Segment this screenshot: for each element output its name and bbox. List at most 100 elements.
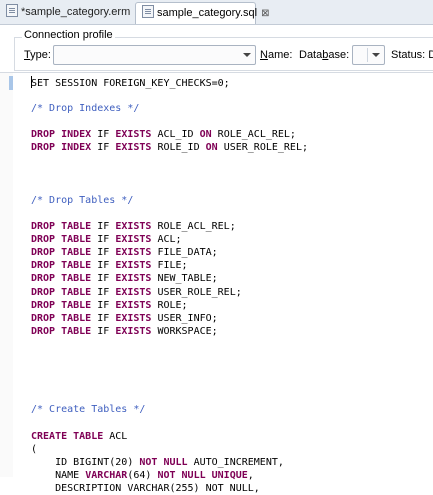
sql-text: IF (91, 142, 116, 154)
database-select[interactable] (352, 45, 385, 65)
code-line: DROP TABLE IF EXISTS ROLE; (31, 299, 308, 312)
sql-text: IF (91, 129, 116, 141)
sql-text: ACL; (151, 234, 182, 246)
sql-text: FILE; (151, 260, 188, 272)
sql-keyword: DROP INDEX (31, 129, 92, 141)
sql-keyword: DROP TABLE (31, 273, 92, 285)
tab-sample-category-sql[interactable]: sample_category.sql ⊠ (135, 2, 269, 24)
sql-keyword: EXISTS (115, 312, 152, 324)
code-line: SET SESSION FOREIGN_KEY_CHECKS=0; (31, 76, 308, 89)
sql-keyword: CREATE TABLE (31, 430, 104, 442)
sql-keyword: EXISTS (115, 286, 152, 298)
chevron-down-icon (372, 53, 380, 57)
status-label: Status: D (391, 49, 433, 61)
sql-keyword: EXISTS (115, 142, 152, 154)
combo-separator (367, 48, 368, 62)
code-line: CREATE TABLE ACL (31, 430, 308, 443)
sql-comment: /* Drop Tables */ (31, 194, 134, 206)
code-line: DROP TABLE IF EXISTS NEW_TABLE; (31, 272, 308, 285)
code-line: DROP TABLE IF EXISTS WORKSPACE; (31, 325, 308, 338)
code-line: DROP INDEX IF EXISTS ACL_ID ON ROLE_ACL_… (31, 128, 308, 141)
editor-tab-bar: *sample_category.erm sample_category.sql… (0, 0, 433, 25)
code-line: DESCRIPTION VARCHAR(255) NOT NULL, (31, 482, 308, 495)
sql-keyword: EXISTS (115, 260, 152, 272)
sql-text: NAME (31, 469, 86, 481)
sql-keyword: NOT NULL (139, 456, 188, 468)
sql-keyword: EXISTS (115, 221, 152, 233)
sql-comment: /* Drop Indexes */ (31, 103, 140, 115)
sql-text: IF (91, 247, 116, 259)
chevron-down-icon (243, 53, 251, 57)
sql-text: , (247, 469, 254, 481)
code-line: DROP TABLE IF EXISTS USER_INFO; (31, 312, 308, 325)
close-tab-icon[interactable]: ⊠ (261, 3, 269, 24)
sql-text: IF (91, 221, 116, 233)
sql-file-icon (142, 5, 154, 18)
sql-text: ACL (103, 430, 128, 442)
sql-text: IF (91, 312, 116, 324)
connection-profile-title: Connection profile (22, 29, 115, 41)
sql-text: ROLE_ACL_REL; (211, 129, 296, 141)
database-label: Database: (299, 49, 350, 61)
tab-label: sample_category.sql (157, 7, 258, 19)
sql-text: ACL_ID (151, 129, 200, 141)
sql-text: NEW_TABLE; (151, 273, 218, 285)
tab-sample-category-erm[interactable]: *sample_category.erm (0, 2, 135, 23)
sql-keyword: VARCHAR (85, 469, 128, 481)
sql-keyword: DROP TABLE (31, 299, 92, 311)
sql-text: FILE_DATA; (151, 247, 218, 259)
code-line: /* Create Tables */ (31, 403, 308, 416)
sql-keyword: EXISTS (115, 129, 152, 141)
tab-label: *sample_category.erm (21, 6, 131, 18)
name-label: Name: (260, 49, 293, 61)
sql-text: IF (91, 234, 116, 246)
sql-text: ROLE_ID (151, 142, 206, 154)
sql-keyword: DROP TABLE (31, 234, 92, 246)
code-line: DROP INDEX IF EXISTS ROLE_ID ON USER_ROL… (31, 141, 308, 154)
code-line: NAME VARCHAR(64) NOT NULL UNIQUE, (31, 469, 308, 482)
code-line: DROP TABLE IF EXISTS FILE_DATA; (31, 246, 308, 259)
sql-keyword: DROP TABLE (31, 325, 92, 337)
sql-text: AUTO_INCREMENT, (187, 456, 284, 468)
sql-text: ROLE; (151, 299, 188, 311)
sql-text: USER_INFO; (151, 312, 218, 324)
sql-text: IF (91, 286, 116, 298)
sql-text: WORKSPACE; (151, 325, 218, 337)
sql-keyword: DROP INDEX (31, 142, 92, 154)
sql-keyword: EXISTS (115, 273, 152, 285)
connection-profile-panel: Connection profile Type: Name: Database:… (0, 25, 433, 71)
code-line: ID BIGINT(20) NOT NULL AUTO_INCREMENT, (31, 456, 308, 469)
current-line-marker (9, 76, 13, 90)
code-line: DROP TABLE IF EXISTS ACL; (31, 233, 308, 246)
sql-text: IF (91, 260, 116, 272)
sql-text: USER_ROLE_REL; (217, 142, 308, 154)
sql-keyword: EXISTS (115, 299, 152, 311)
sql-keyword: ON (205, 142, 218, 154)
erm-file-icon (6, 4, 18, 17)
sql-text: ROLE_ACL_REL; (151, 221, 236, 233)
sql-editor[interactable]: SET SESSION FOREIGN_KEY_CHECKS=0; /* Dro… (0, 72, 433, 494)
code-line: ( (31, 443, 308, 456)
code-line: /* Drop Tables */ (31, 194, 308, 207)
code-line: DROP TABLE IF EXISTS ROLE_ACL_REL; (31, 220, 308, 233)
sql-text: IF (91, 299, 116, 311)
type-select[interactable] (53, 45, 256, 65)
sql-text: ID BIGINT(20) (31, 456, 140, 468)
sql-comment: /* Create Tables */ (31, 404, 146, 416)
code-line: DROP TABLE IF EXISTS USER_ROLE_REL; (31, 286, 308, 299)
sql-keyword: ON (199, 129, 212, 141)
sql-text: (64) (127, 469, 158, 481)
sql-text: ( (31, 443, 38, 455)
sql-code[interactable]: SET SESSION FOREIGN_KEY_CHECKS=0; /* Dro… (31, 76, 308, 495)
code-line: DROP TABLE IF EXISTS FILE; (31, 259, 308, 272)
